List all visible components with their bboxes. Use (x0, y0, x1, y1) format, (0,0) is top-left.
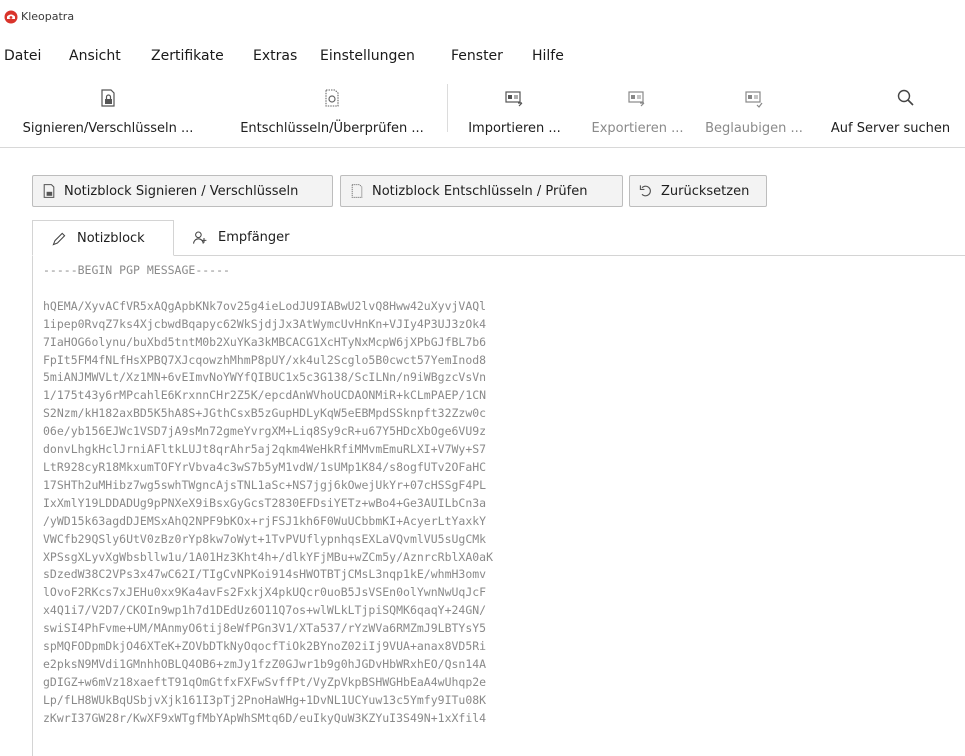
pgp-message-line: swiSI4PhFvme+UM/MAnmyO6tij8eWfPGn3V1/XTa… (43, 621, 487, 636)
pgp-message-line: lOvoF2RKcs7xJEHu0xx9Ka4avFs2FxkjX4pkUQcr… (43, 585, 487, 600)
sign-encrypt-label: Signieren/Verschlüsseln ... (22, 121, 194, 136)
undo-icon (639, 185, 651, 197)
export-button[interactable]: Exportieren ... (580, 76, 695, 146)
pgp-message-line: 5miANJMWVLt/Xz1MN+6vEImvNoYWYfQIBUC1x5c3… (43, 370, 487, 385)
pgp-message-line: zKwrI37GW28r/KwXF9xWTgfMbYApWhSMtq6D/euI… (43, 710, 487, 725)
pgp-message-line: e2pksN9MVdi1GMnhhOBLQ4OB6+zmJy1fzZ0GJwr1… (43, 656, 487, 671)
notepad-sign-encrypt-button[interactable]: Notizblock Signieren / Verschlüsseln (32, 175, 333, 207)
decrypt-verify-icon (325, 89, 339, 107)
pgp-message-line: 7IaHOG6olynu/buXbd5tntM0b2XuYKa3kMBCACG1… (43, 334, 487, 349)
toolbar-separator (447, 84, 448, 132)
pgp-message-line: -----BEGIN PGP MESSAGE----- (43, 263, 230, 277)
certify-icon (745, 91, 763, 108)
pgp-message-line: Lp/fLH8WUkBqUSbjvXjk161I3pTj2PnoHaWHg+1D… (43, 692, 487, 707)
window-title: Kleopatra (21, 10, 75, 23)
pgp-message-line: XPSsgXLyvXgWbsbllw1u/1A01Hz3Kht4h+/dlkYF… (43, 549, 494, 564)
notepad-text-editor[interactable]: -----BEGIN PGP MESSAGE----- ​hQEMA/XyvACf… (32, 256, 965, 756)
notepad-sign-encrypt-label: Notizblock Signieren / Verschlüsseln (64, 184, 299, 199)
kleopatra-logo-icon (4, 10, 18, 24)
pgp-message-line: hQEMA/XyvACfVR5xAQgApbKNk7ov25g4ieLodJU9… (43, 298, 487, 313)
reset-label: Zurücksetzen (661, 184, 750, 199)
pgp-message-line: S2Nzm/kH182axBD5K5hA8S+JGthCsxB5zGupHDLy… (43, 406, 487, 421)
notepad-decrypt-verify-label: Notizblock Entschlüsseln / Prüfen (372, 184, 588, 199)
certify-label: Beglaubigen ... (705, 121, 803, 136)
pgp-message-line: 1ipep0RvqZ7ks4XjcbwdBqapyc62WkSjdjJx3AtW… (43, 316, 487, 331)
menu-datei[interactable]: Datei (4, 48, 41, 64)
reset-button[interactable]: Zurücksetzen (629, 175, 767, 207)
pgp-message-line: spMQFODpmDkjO46XTeK+ZOVbDTkNyOqocfTiOk2B… (43, 639, 487, 654)
decrypt-verify-icon (351, 184, 363, 198)
add-user-icon (193, 231, 207, 244)
sign-encrypt-icon (101, 89, 115, 107)
menu-hilfe[interactable]: Hilfe (532, 48, 564, 64)
pgp-message-text: -----BEGIN PGP MESSAGE----- ​hQEMA/XyvACf… (43, 262, 493, 728)
pgp-message-line: x4Q1i7/V2D7/CKOIn9wp1h7d1DEdUz6O11Q7os+w… (43, 603, 487, 618)
main-toolbar: Signieren/Verschlüsseln ... Entschlüssel… (0, 76, 965, 148)
import-icon (505, 91, 523, 107)
pgp-message-line: IxXmlY19LDDADUg9pPNXeX9iBsxGyGcsT2830EFD… (43, 495, 487, 510)
pgp-message-line: 1/175t43y6rMPcahlE6KrxnnCHr2Z5K/epcdAnWV… (43, 388, 487, 403)
menu-bar: Datei Ansicht Zertifikate Extras Einstel… (0, 42, 965, 72)
decrypt-verify-button[interactable]: Entschlüsseln/Überprüfen ... (220, 76, 444, 146)
pgp-message-line: ​ (43, 280, 493, 298)
search-icon (897, 89, 914, 106)
tab-notepad-label: Notizblock (77, 231, 145, 246)
sign-encrypt-icon (43, 184, 55, 198)
pgp-message-line: sDzedW38C2VPs3x47wC62I/TIgCvNPKoi914sHWO… (43, 567, 487, 582)
menu-fenster[interactable]: Fenster (451, 48, 503, 64)
pgp-message-line: donvLhgkHclJrniAFltkLUJt8qrAhr5aj2qkm4We… (43, 442, 487, 457)
pgp-message-line: LtR928cyR18MkxumTOFYrVbva4c3wS7b5yM1vdW/… (43, 459, 487, 474)
notepad-decrypt-verify-button[interactable]: Notizblock Entschlüsseln / Prüfen (340, 175, 623, 207)
lookup-server-button[interactable]: Auf Server suchen (816, 76, 965, 146)
notepad-tab-bar: Notizblock Empfänger (32, 220, 965, 256)
menu-ansicht[interactable]: Ansicht (69, 48, 121, 64)
menu-extras[interactable]: Extras (253, 48, 297, 64)
pencil-icon (52, 232, 66, 246)
pgp-message-line: gDIGZ+w6mVz18xaeftT91qOmGtfxFXFwSvffPt/V… (43, 674, 487, 689)
tab-notepad[interactable]: Notizblock (32, 220, 174, 256)
import-button[interactable]: Importieren ... (452, 76, 577, 146)
import-label: Importieren ... (468, 121, 561, 136)
menu-einstellungen[interactable]: Einstellungen (320, 48, 415, 64)
title-bar: Kleopatra (0, 0, 965, 36)
tab-recipients-label: Empfänger (218, 230, 290, 245)
certify-button[interactable]: Beglaubigen ... (698, 76, 810, 146)
tab-recipients[interactable]: Empfänger (178, 220, 318, 256)
pgp-message-line: 06e/yb156EJWc1VSD7jA9sMn72gmeYvrgXM+Liq8… (43, 424, 487, 439)
sign-encrypt-button[interactable]: Signieren/Verschlüsseln ... (0, 76, 216, 146)
export-icon (628, 91, 645, 107)
pgp-message-line: /yWD15k63agdDJEMSxAhQ2NPF9bKOx+rjFSJ1kh6… (43, 513, 487, 528)
decrypt-verify-label: Entschlüsseln/Überprüfen ... (240, 121, 424, 136)
export-label: Exportieren ... (591, 121, 684, 136)
lookup-server-label: Auf Server suchen (830, 121, 951, 136)
pgp-message-line: VWCfb29QSly6UtV0zBz0rYp8kw7oWyt+1TvPVUfl… (43, 531, 487, 546)
pgp-message-line: 17SHTh2uMHibz7wg5swhTWgncAjsTNL1aSc+NS7j… (43, 477, 487, 492)
menu-zertifikate[interactable]: Zertifikate (151, 48, 224, 64)
pgp-message-line: FpIt5FM4fNLfHsXPBQ7XJcqowzhMhmP8pUY/xk4u… (43, 352, 487, 367)
